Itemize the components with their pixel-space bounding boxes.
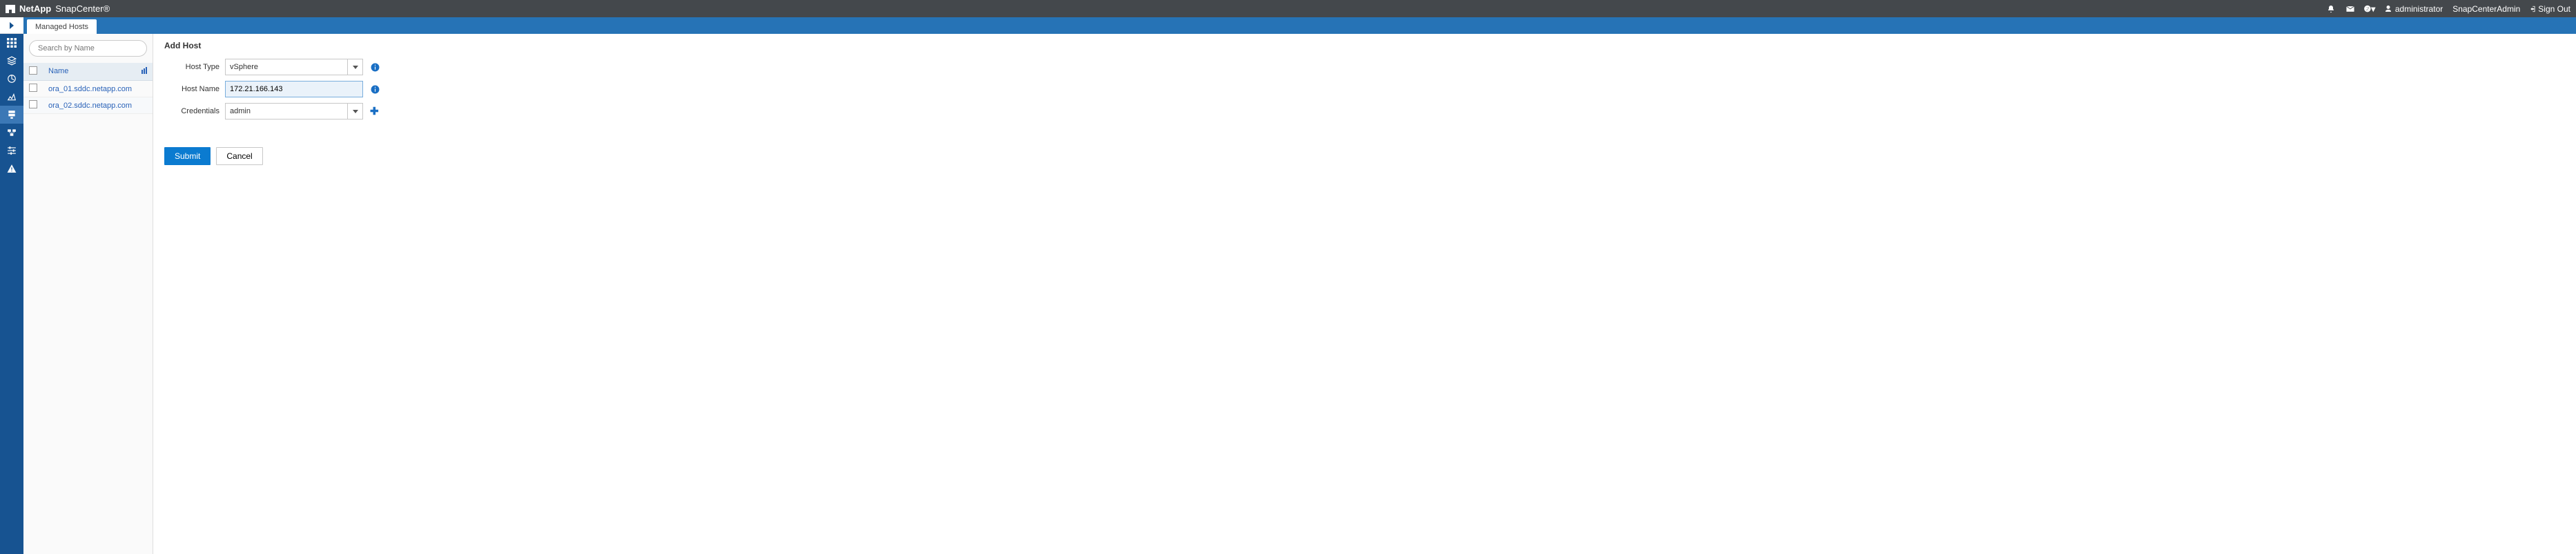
user-name: administrator xyxy=(2395,4,2443,14)
user-menu[interactable]: administrator xyxy=(2384,4,2443,14)
bell-icon[interactable] xyxy=(2326,4,2336,14)
host-name-input[interactable] xyxy=(230,82,358,97)
page-title: Add Host xyxy=(164,41,2565,50)
top-bar: NetApp SnapCenter® ❷▾ administrator Snap… xyxy=(0,0,2576,17)
sign-out-label: Sign Out xyxy=(2538,4,2570,14)
sign-out-link[interactable]: Sign Out xyxy=(2530,4,2570,14)
host-link[interactable]: ora_02.sddc.netapp.com xyxy=(48,102,132,110)
tab-label: Managed Hosts xyxy=(35,23,88,31)
sub-tabs: Managed Hosts xyxy=(23,17,2576,34)
credentials-value: admin xyxy=(230,107,251,115)
nav-expand-button[interactable] xyxy=(0,17,23,34)
nav-storage-icon[interactable] xyxy=(0,124,23,142)
cancel-label: Cancel xyxy=(226,151,252,161)
submit-label: Submit xyxy=(175,151,200,161)
column-name-header[interactable]: Name xyxy=(43,63,153,81)
sort-icon xyxy=(142,67,147,76)
table-row[interactable]: ora_01.sddc.netapp.com xyxy=(23,81,153,97)
signout-icon xyxy=(2530,5,2537,13)
nav-hosts-icon[interactable] xyxy=(0,106,23,124)
netapp-logo-icon xyxy=(6,5,15,13)
help-icon[interactable]: ❷▾ xyxy=(2365,4,2374,14)
topbar-right: ❷▾ administrator SnapCenterAdmin Sign Ou… xyxy=(2326,4,2570,14)
search-input[interactable] xyxy=(29,40,147,57)
host-type-value: vSphere xyxy=(230,63,258,71)
nav-rail xyxy=(0,17,23,554)
host-name-input-wrap[interactable] xyxy=(225,81,363,97)
table-row[interactable]: ora_02.sddc.netapp.com xyxy=(23,97,153,114)
submit-button[interactable]: Submit xyxy=(164,147,211,165)
nav-monitor-icon[interactable] xyxy=(0,70,23,88)
tab-managed-hosts[interactable]: Managed Hosts xyxy=(27,19,97,34)
nav-dashboard-icon[interactable] xyxy=(0,34,23,52)
host-list: Name ora_01.sddc.netapp.com xyxy=(23,63,153,114)
nav-alerts-icon[interactable] xyxy=(0,160,23,178)
nav-settings-icon[interactable] xyxy=(0,142,23,160)
column-name-label: Name xyxy=(48,67,68,75)
host-link[interactable]: ora_01.sddc.netapp.com xyxy=(48,85,132,93)
host-name-label: Host Name xyxy=(164,85,219,93)
add-credential-button[interactable]: ✚ xyxy=(370,105,379,117)
select-all-checkbox[interactable] xyxy=(29,66,37,75)
main-content: Add Host Host Type vSphere Host Name xyxy=(153,34,2576,554)
row-checkbox[interactable] xyxy=(29,100,37,108)
cancel-button[interactable]: Cancel xyxy=(216,147,262,165)
host-type-label: Host Type xyxy=(164,63,219,71)
chevron-down-icon[interactable] xyxy=(347,59,362,75)
user-role[interactable]: SnapCenterAdmin xyxy=(2452,4,2520,14)
nav-resources-icon[interactable] xyxy=(0,52,23,70)
info-icon[interactable] xyxy=(370,62,380,72)
brand-company: NetApp xyxy=(19,3,51,14)
host-type-select[interactable]: vSphere xyxy=(225,59,363,75)
row-checkbox[interactable] xyxy=(29,84,37,92)
credentials-select[interactable]: admin xyxy=(225,103,363,120)
chevron-down-icon[interactable] xyxy=(347,104,362,119)
nav-reports-icon[interactable] xyxy=(0,88,23,106)
brand: NetApp SnapCenter® xyxy=(6,3,110,14)
info-icon[interactable] xyxy=(370,84,380,94)
side-panel: Name ora_01.sddc.netapp.com xyxy=(23,34,153,554)
brand-product: SnapCenter® xyxy=(55,3,110,14)
mail-icon[interactable] xyxy=(2345,4,2355,14)
credentials-label: Credentials xyxy=(164,107,219,115)
user-icon xyxy=(2384,5,2392,13)
